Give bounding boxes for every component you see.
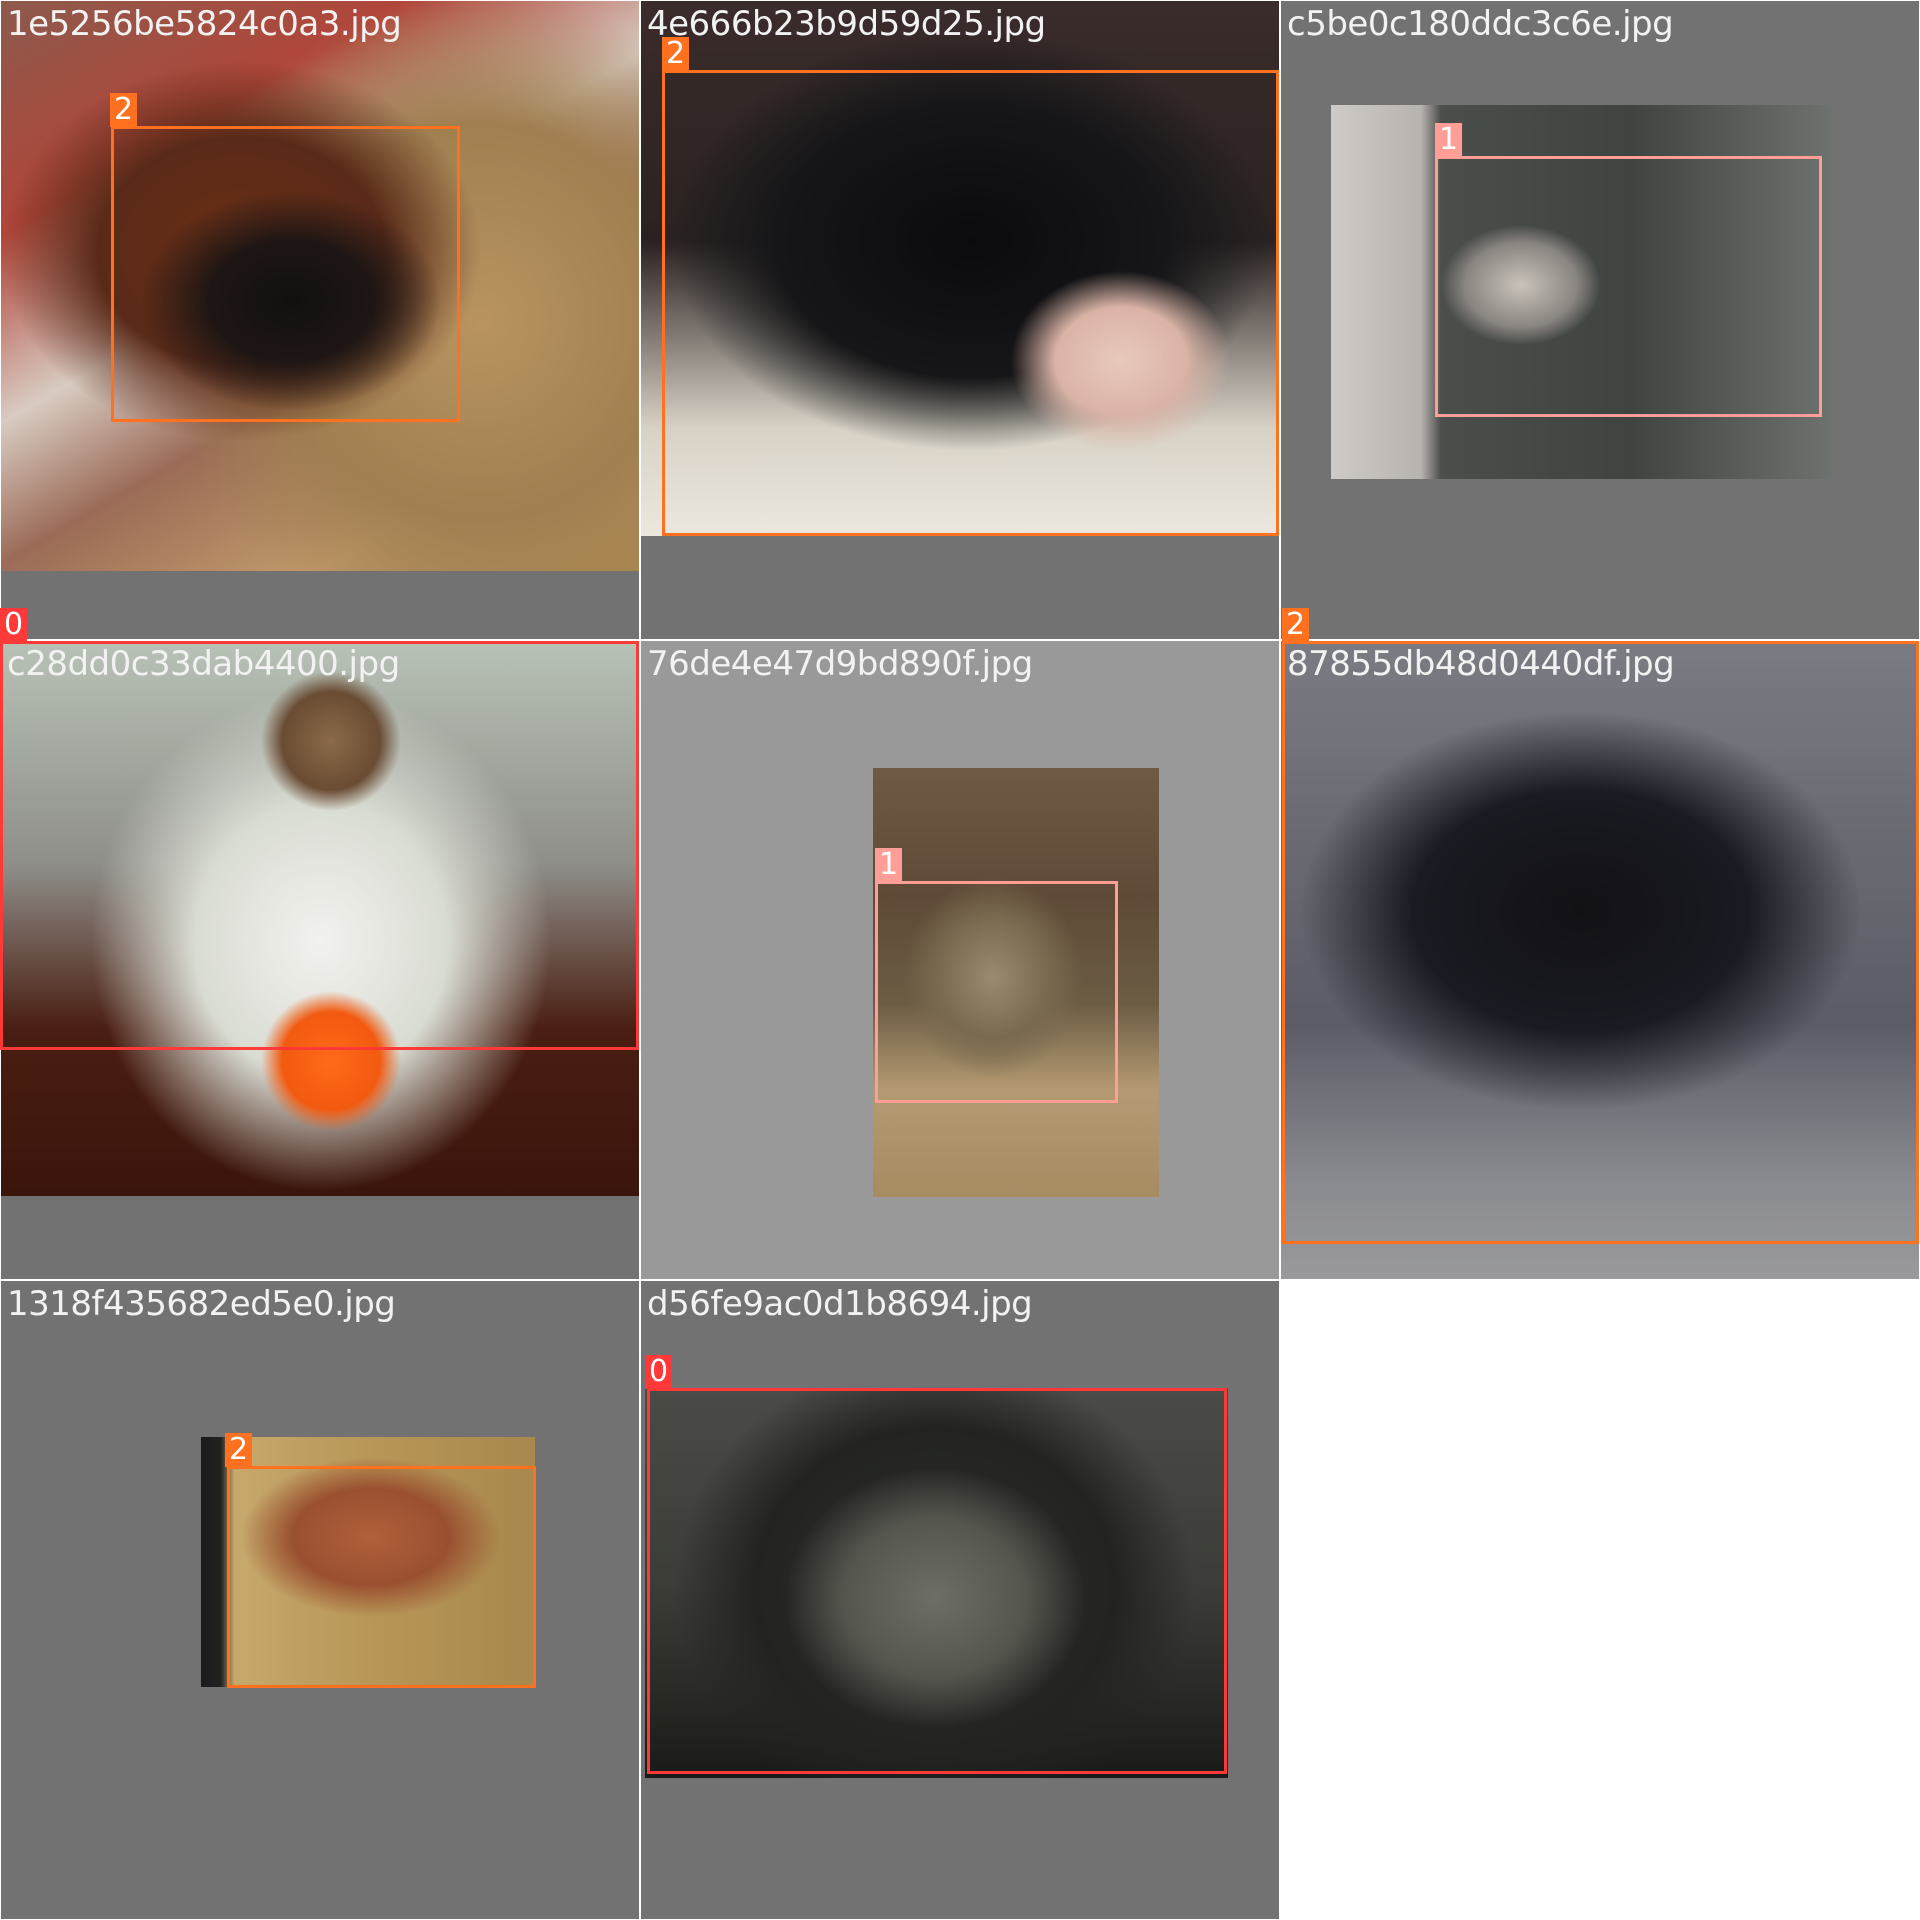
bounding-box (1435, 156, 1822, 417)
tile-4: c28dd0c33dab4400.jpg 0 (0, 608, 639, 1279)
tile-6: 87855db48d0440df.jpg 2 (1281, 608, 1919, 1279)
bounding-box (111, 126, 460, 422)
tile-1: 1e5256be5824c0a3.jpg 2 (1, 1, 639, 639)
bounding-box (662, 70, 1279, 536)
class-tag: 2 (662, 37, 690, 71)
filename-label: 1e5256be5824c0a3.jpg (7, 4, 402, 44)
bounding-box (1282, 641, 1919, 1244)
class-tag: 2 (110, 93, 138, 127)
class-tag: 1 (1435, 123, 1463, 157)
filename-label: 76de4e47d9bd890f.jpg (647, 644, 1033, 684)
bounding-box (875, 881, 1118, 1103)
class-tag: 2 (1282, 608, 1310, 642)
class-tag: 1 (875, 848, 903, 882)
tile-8: d56fe9ac0d1b8694.jpg 0 (641, 1281, 1279, 1919)
filename-label: c5be0c180ddc3c6e.jpg (1287, 4, 1674, 44)
tile-3: c5be0c180ddc3c6e.jpg 1 (1281, 1, 1919, 639)
tile-2: 4e666b23b9d59d25.jpg 2 (641, 1, 1279, 639)
bounding-box (0, 641, 639, 1050)
detection-mosaic: 1e5256be5824c0a3.jpg 2 4e666b23b9d59d25.… (0, 0, 1920, 1920)
tile-5: 76de4e47d9bd890f.jpg 1 (641, 641, 1279, 1279)
class-tag: 0 (0, 608, 28, 642)
filename-label: 1318f435682ed5e0.jpg (7, 1284, 396, 1324)
class-tag: 2 (225, 1433, 253, 1467)
filename-label: 4e666b23b9d59d25.jpg (647, 4, 1046, 44)
class-tag: 0 (645, 1355, 673, 1389)
bounding-box (227, 1466, 536, 1688)
tile-7: 1318f435682ed5e0.jpg 2 (1, 1281, 639, 1919)
filename-label: d56fe9ac0d1b8694.jpg (647, 1284, 1033, 1324)
bounding-box (647, 1388, 1227, 1774)
